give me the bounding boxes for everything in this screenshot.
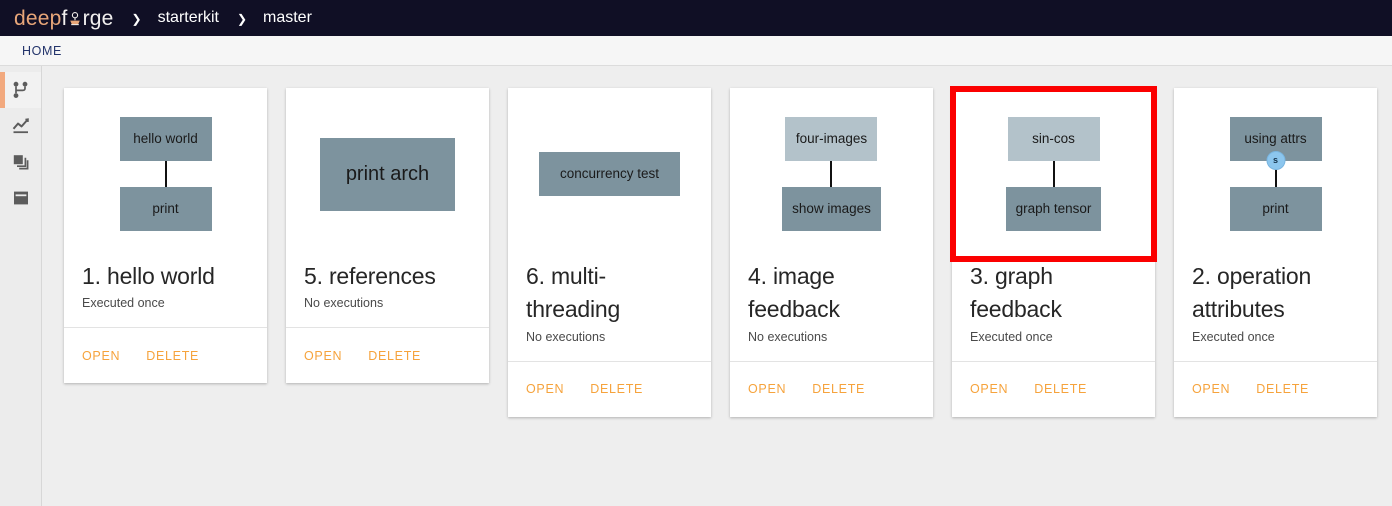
pipeline-thumbnail[interactable]: print arch <box>286 88 489 260</box>
card-title: 3. graph feedback <box>970 263 1062 323</box>
card-title: 4. image feedback <box>748 263 840 323</box>
delete-button[interactable]: DELETE <box>1034 382 1087 396</box>
sidebar-item-artifacts[interactable] <box>0 144 41 180</box>
delete-button[interactable]: DELETE <box>368 349 421 363</box>
breadcrumb-separator-1: ❯ <box>131 12 142 26</box>
graph-connector: s <box>1266 151 1285 187</box>
breadcrumb-project[interactable]: starterkit <box>158 10 219 26</box>
open-button[interactable]: OPEN <box>526 382 564 396</box>
card-meta: 3. graph feedback Executed once <box>952 260 1155 361</box>
attribute-badge[interactable]: s <box>1266 151 1285 170</box>
pipeline-card[interactable]: sin-cos graph tensor 3. graph feedback E… <box>950 86 1157 417</box>
card-meta: 4. image feedback No executions <box>730 260 933 361</box>
pipeline-graph: concurrency test <box>539 152 680 196</box>
card-meta: 2. operation attributes Executed once <box>1174 260 1377 361</box>
graph-node[interactable]: print <box>1229 187 1322 231</box>
delete-button[interactable]: DELETE <box>146 349 199 363</box>
graph-node[interactable]: print <box>119 187 212 231</box>
card-subtitle: No executions <box>526 329 606 344</box>
delete-button[interactable]: DELETE <box>812 382 865 396</box>
card-subtitle: No executions <box>304 296 384 311</box>
pipeline-card-list: hello world print 1. hello world Execute… <box>64 86 1392 417</box>
card-subtitle: No executions <box>748 329 828 344</box>
graph-connector <box>1052 161 1055 187</box>
card-actions: OPEN DELETE <box>286 327 489 383</box>
card-subtitle: Executed once <box>1192 329 1275 344</box>
sidebar-item-executions[interactable] <box>0 108 41 144</box>
pipeline-card[interactable]: print arch 5. references No executions O… <box>286 88 489 384</box>
open-button[interactable]: OPEN <box>1192 382 1230 396</box>
card-actions: OPEN DELETE <box>508 360 711 417</box>
archive-box-icon <box>12 189 30 207</box>
graph-node[interactable]: hello world <box>119 117 212 161</box>
tab-strip: HOME <box>0 36 1392 66</box>
card-actions: OPEN DELETE <box>64 327 267 383</box>
card-meta: 5. references No executions <box>286 260 489 327</box>
deepforge-logo[interactable]: deep f rge <box>14 8 114 29</box>
delete-button[interactable]: DELETE <box>1256 382 1309 396</box>
card-actions: OPEN DELETE <box>730 360 933 417</box>
anvil-icon <box>68 9 83 29</box>
card-subtitle: Executed once <box>82 296 165 311</box>
pipeline-canvas: hello world print 1. hello world Execute… <box>42 66 1392 506</box>
pipeline-thumbnail[interactable]: four-images show images <box>730 88 933 260</box>
pipeline-graph: sin-cos graph tensor <box>1005 117 1102 231</box>
graph-node[interactable]: concurrency test <box>539 152 680 196</box>
pipeline-card[interactable]: using attrs s print 2. operation attribu… <box>1174 88 1377 417</box>
card-actions: OPEN DELETE <box>1174 360 1377 417</box>
pipeline-card[interactable]: hello world print 1. hello world Execute… <box>64 88 267 384</box>
tab-home[interactable]: HOME <box>16 44 68 58</box>
pipeline-graph: using attrs s print <box>1229 117 1322 231</box>
pipeline-card[interactable]: concurrency test 6. multi-threading No e… <box>508 88 711 417</box>
logo-text-deep: deep <box>14 6 62 30</box>
graph-node[interactable]: graph tensor <box>1005 187 1102 231</box>
logo-text-rge: rge <box>82 6 114 30</box>
pipeline-thumbnail[interactable]: using attrs s print <box>1174 88 1377 260</box>
pipeline-graph: hello world print <box>119 117 212 231</box>
sidebar-item-archive[interactable] <box>0 180 41 216</box>
graph-node[interactable]: show images <box>782 187 881 231</box>
card-meta: 1. hello world Executed once <box>64 260 267 327</box>
graph-node[interactable]: four-images <box>785 117 878 161</box>
card-meta: 6. multi-threading No executions <box>508 260 711 361</box>
breadcrumb-separator-2: ❯ <box>236 12 247 26</box>
branch-icon <box>12 81 29 99</box>
card-title: 6. multi-threading <box>526 263 621 323</box>
pipeline-thumbnail[interactable]: hello world print <box>64 88 267 260</box>
main-shell: hello world print 1. hello world Execute… <box>0 66 1392 506</box>
pipeline-thumbnail[interactable]: sin-cos graph tensor <box>950 86 1157 262</box>
graph-node[interactable]: print arch <box>320 137 455 211</box>
pipeline-thumbnail[interactable]: concurrency test <box>508 88 711 260</box>
open-button[interactable]: OPEN <box>748 382 786 396</box>
sidebar-item-pipelines[interactable] <box>0 72 41 108</box>
pipeline-card[interactable]: four-images show images 4. image feedbac… <box>730 88 933 417</box>
layers-icon <box>12 153 30 171</box>
line-chart-icon <box>12 117 30 135</box>
open-button[interactable]: OPEN <box>304 349 342 363</box>
graph-node[interactable]: sin-cos <box>1007 117 1100 161</box>
delete-button[interactable]: DELETE <box>590 382 643 396</box>
graph-connector <box>164 161 167 187</box>
open-button[interactable]: OPEN <box>970 382 1008 396</box>
open-button[interactable]: OPEN <box>82 349 120 363</box>
top-navbar: deep f rge ❯ starterkit ❯ master <box>0 0 1392 36</box>
left-sidebar <box>0 66 42 506</box>
breadcrumb-branch[interactable]: master <box>263 10 312 26</box>
card-title: 5. references <box>304 263 436 289</box>
pipeline-graph: print arch <box>320 137 455 211</box>
card-subtitle: Executed once <box>970 329 1053 344</box>
card-title: 2. operation attributes <box>1192 263 1312 323</box>
card-title: 1. hello world <box>82 263 215 289</box>
graph-connector <box>830 161 833 187</box>
pipeline-graph: four-images show images <box>782 117 881 231</box>
card-actions: OPEN DELETE <box>952 360 1155 417</box>
